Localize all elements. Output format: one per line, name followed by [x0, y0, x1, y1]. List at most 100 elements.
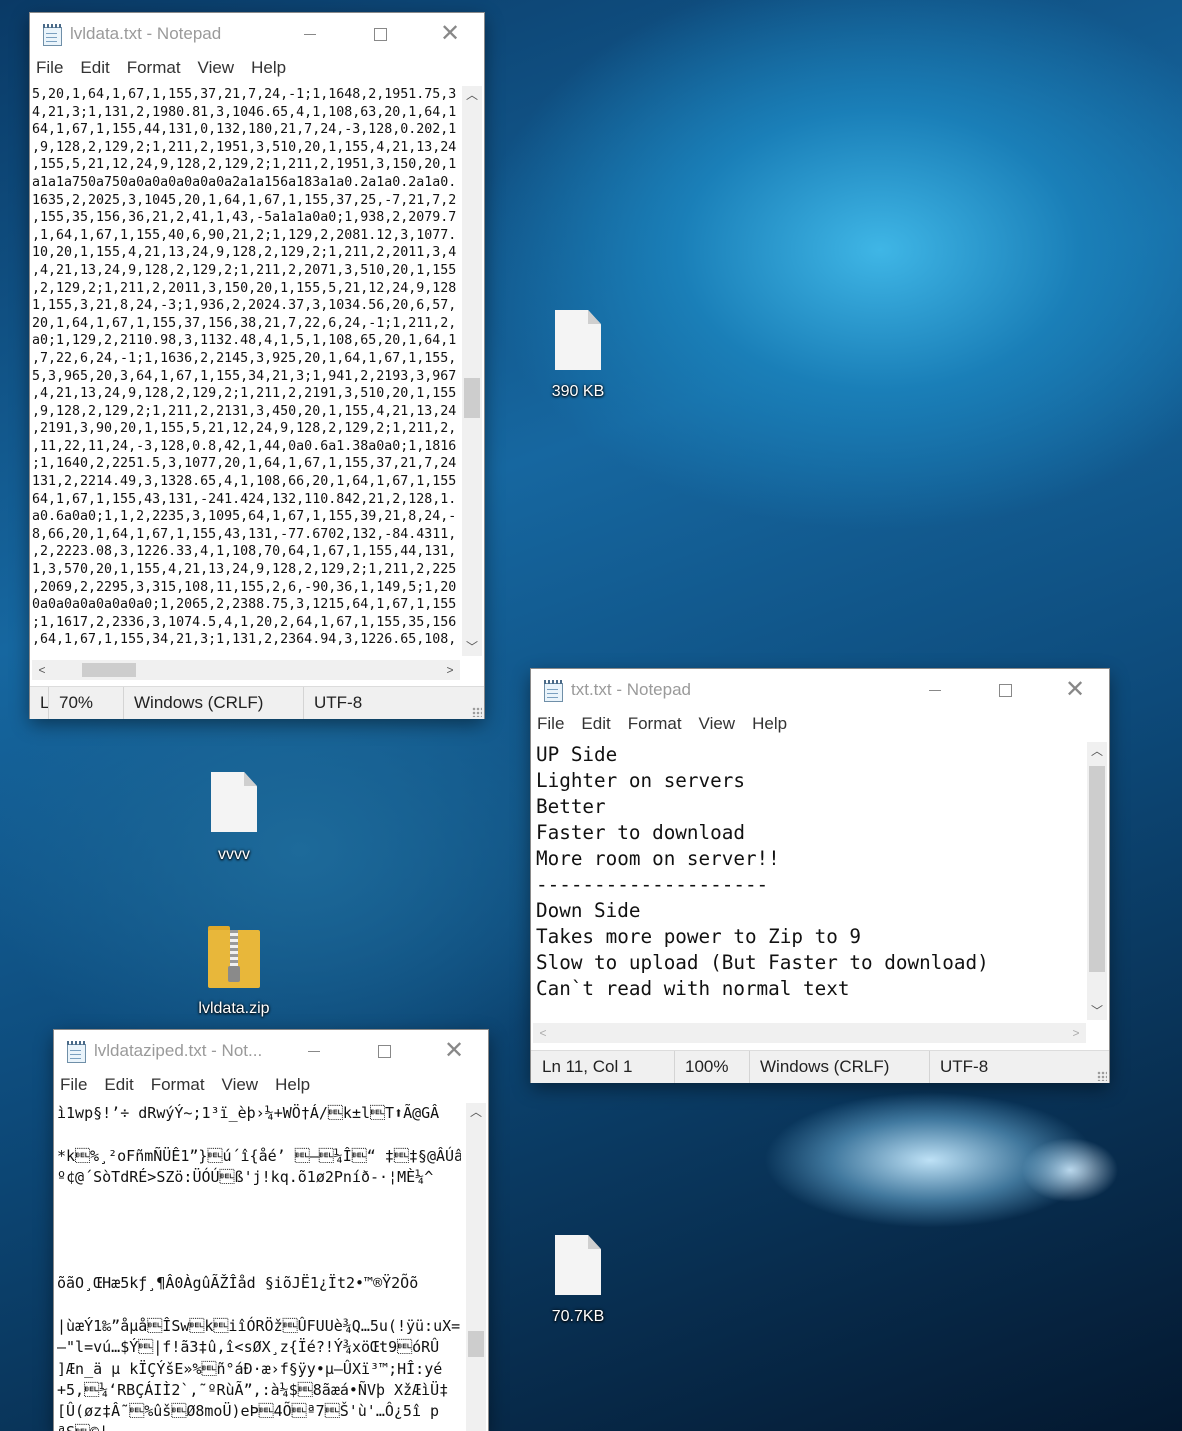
- desktop-file-390kb[interactable]: 390 KB: [536, 310, 620, 401]
- title-bar[interactable]: lvldataziped.txt - Not... ✕: [54, 1030, 488, 1072]
- scroll-thumb[interactable]: [1089, 766, 1105, 972]
- text-line: 5,20,1,64,1,67,1,155,37,21,7,24,-1;1,164…: [32, 87, 457, 102]
- text-line: ,11,22,11,24,-3,128,0.8,42,1,44,0a0.6a1.…: [32, 438, 457, 454]
- desktop-file-lvldata-zip[interactable]: lvldata.zip: [186, 926, 282, 1018]
- text-line: ,2069,2,2295,3,315,108,11,155,2,6,-90,36…: [32, 579, 457, 595]
- menu-help[interactable]: Help: [251, 58, 286, 78]
- text-line: UP Side: [536, 743, 618, 766]
- minimize-button[interactable]: [900, 669, 970, 711]
- maximize-button[interactable]: [349, 1030, 419, 1072]
- text-line: 131,2,2214.49,3,1328.65,4,1,108,66,20,1,…: [32, 474, 457, 490]
- maximize-icon: [377, 1044, 391, 1058]
- horizontal-scrollbar[interactable]: < >: [32, 660, 460, 680]
- menu-format[interactable]: Format: [628, 714, 682, 734]
- scroll-left-arrow-icon[interactable]: <: [32, 660, 52, 680]
- menu-edit[interactable]: Edit: [80, 58, 109, 78]
- desktop-icon-label: 70.7KB: [551, 1308, 605, 1325]
- menu-edit[interactable]: Edit: [581, 714, 610, 734]
- text-line: Better: [536, 795, 606, 818]
- desktop-file-70kb[interactable]: 70.7KB: [536, 1235, 620, 1326]
- text-line: ,155,35,156,36,21,2,41,1,43,-5a1a1a0a0;1…: [32, 210, 457, 226]
- file-icon: [555, 1235, 601, 1295]
- desktop-file-vvvv[interactable]: vvvv: [192, 772, 276, 864]
- status-bar: Ln 11, Col 1 100% Windows (CRLF) UTF-8: [531, 1050, 1109, 1083]
- status-position: L: [40, 693, 50, 712]
- maximize-icon: [998, 683, 1012, 697]
- scroll-left-arrow-icon[interactable]: <: [533, 1023, 553, 1043]
- text-line: ,2191,3,90,20,1,155,5,21,12,24,9,128,2,1…: [32, 421, 457, 437]
- horizontal-scrollbar[interactable]: < >: [533, 1023, 1086, 1043]
- minimize-icon: [929, 689, 941, 691]
- title-bar[interactable]: txt.txt - Notepad ✕: [531, 669, 1109, 711]
- text-line: Can`t read with normal text: [536, 977, 850, 1000]
- file-icon: [211, 772, 257, 832]
- close-button[interactable]: ✕: [419, 1030, 489, 1072]
- title-bar[interactable]: lvldata.txt - Notepad ✕: [30, 13, 484, 55]
- text-line: 4,21,3;1,131,2,1980.81,3,1046.65,4,1,108…: [32, 104, 457, 120]
- text-line: [57, 1124, 461, 1145]
- text-line: Down Side: [536, 899, 641, 922]
- menu-file[interactable]: File: [60, 1075, 87, 1095]
- text-line: ;1,1640,2,2251.5,3,1077,20,1,64,1,67,1,1…: [32, 456, 457, 472]
- text-line: ,7,22,6,24,-1;1,1636,2,2145,3,925,20,1,6…: [32, 350, 457, 366]
- vertical-scrollbar[interactable]: ︿: [466, 1103, 486, 1431]
- scroll-thumb[interactable]: [468, 1331, 484, 1357]
- text-line: õãO¸ŒHæ5kƒ¸¶Â0ÀgûÃŽÎåd §iõJË1¿Ït2•™®Ÿ2Õõ: [57, 1274, 419, 1293]
- notepad-window-txt: txt.txt - Notepad ✕ File Edit Format Vie…: [531, 669, 1109, 1083]
- minimize-button[interactable]: [279, 1030, 349, 1072]
- menu-help[interactable]: Help: [275, 1075, 310, 1095]
- text-editor[interactable]: UP Side Lighter on servers Better Faster to…: [536, 742, 1084, 1020]
- menu-view[interactable]: View: [198, 58, 235, 78]
- scroll-right-arrow-icon[interactable]: >: [1066, 1023, 1086, 1043]
- minimize-icon: [304, 33, 316, 35]
- text-line: ,2,129,2;1,211,2,2011,3,150,20,1,155,5,2…: [32, 280, 457, 296]
- scroll-thumb[interactable]: [82, 663, 136, 677]
- minimize-icon: [308, 1050, 320, 1052]
- resize-grip[interactable]: [1097, 1071, 1107, 1081]
- menu-view[interactable]: View: [699, 714, 736, 734]
- notepad-icon: [42, 24, 62, 46]
- menu-file[interactable]: File: [36, 58, 63, 78]
- text-line: –"l=vú…$Ý|f!ã3‡û,î<sØX¸z{Ïé?!Ý¾xöŒt9óR…: [57, 1338, 440, 1357]
- text-line: [57, 1252, 461, 1273]
- close-button[interactable]: ✕: [415, 13, 485, 55]
- text-line: ,9,128,2,129,2;1,211,2,2131,3,450,20,1,1…: [32, 403, 457, 419]
- notepad-window-lvldata: lvldata.txt - Notepad ✕ File Edit Format…: [30, 13, 484, 719]
- text-line: ì1wp§!’÷ dRwýÝ~;1³ï_èþ›¼+WÖ†Á/k±lT⬆Ã@G…: [57, 1104, 440, 1122]
- scroll-right-arrow-icon[interactable]: >: [440, 660, 460, 680]
- maximize-button[interactable]: [345, 13, 415, 55]
- text-line: *k%¸²oFñmÑÜÊ1”}ú´î{åé’ —¼Î“ ‡‡§@ÂÚ…: [57, 1146, 461, 1165]
- desktop-icon-label: 390 KB: [551, 383, 605, 400]
- menu-view[interactable]: View: [222, 1075, 259, 1095]
- maximize-button[interactable]: [970, 669, 1040, 711]
- text-line: ªS©|: [57, 1422, 461, 1431]
- status-encoding: UTF-8: [303, 687, 464, 719]
- text-editor[interactable]: ì1wp§!’÷ dRwýÝ~;1³ï_èþ›¼+WÖ†Á/k±lT⬆Ã@G…: [57, 1103, 461, 1431]
- minimize-button[interactable]: [275, 13, 345, 55]
- vertical-scrollbar[interactable]: ︿ ﹀: [1087, 742, 1107, 1020]
- scroll-up-arrow-icon[interactable]: ︿: [466, 1103, 486, 1121]
- menu-file[interactable]: File: [537, 714, 564, 734]
- menu-format[interactable]: Format: [127, 58, 181, 78]
- scroll-up-arrow-icon[interactable]: ︿: [462, 86, 482, 104]
- status-bar: L 70% Windows (CRLF) UTF-8: [30, 686, 484, 719]
- text-line: 64,1,67,1,155,43,131,-241.424,132,110.84…: [32, 491, 457, 507]
- text-line: ,64,1,67,1,155,34,21,3;1,131,2,2364.94,3…: [32, 632, 457, 648]
- vertical-scrollbar[interactable]: ︿ ﹀: [462, 86, 482, 656]
- resize-grip[interactable]: [472, 707, 482, 717]
- menu-help[interactable]: Help: [752, 714, 787, 734]
- menu-edit[interactable]: Edit: [104, 1075, 133, 1095]
- scroll-down-arrow-icon[interactable]: ﹀: [462, 638, 482, 656]
- desktop-icon-label: lvldata.zip: [198, 1000, 270, 1017]
- scroll-up-arrow-icon[interactable]: ︿: [1087, 742, 1107, 760]
- close-icon: ✕: [443, 1037, 465, 1064]
- menu-format[interactable]: Format: [151, 1075, 205, 1095]
- text-line: [57, 1209, 461, 1230]
- scroll-thumb[interactable]: [464, 378, 480, 418]
- close-button[interactable]: ✕: [1040, 669, 1110, 711]
- text-line: 8,66,20,1,64,1,67,1,155,43,131,-77.6702,…: [32, 526, 457, 542]
- scroll-down-arrow-icon[interactable]: ﹀: [1087, 1002, 1107, 1020]
- text-editor[interactable]: 5,20,1,64,1,67,1,155,37,21,7,24,-1;1,164…: [32, 86, 460, 656]
- status-zoom: 70%: [48, 687, 123, 719]
- notepad-icon: [66, 1041, 86, 1063]
